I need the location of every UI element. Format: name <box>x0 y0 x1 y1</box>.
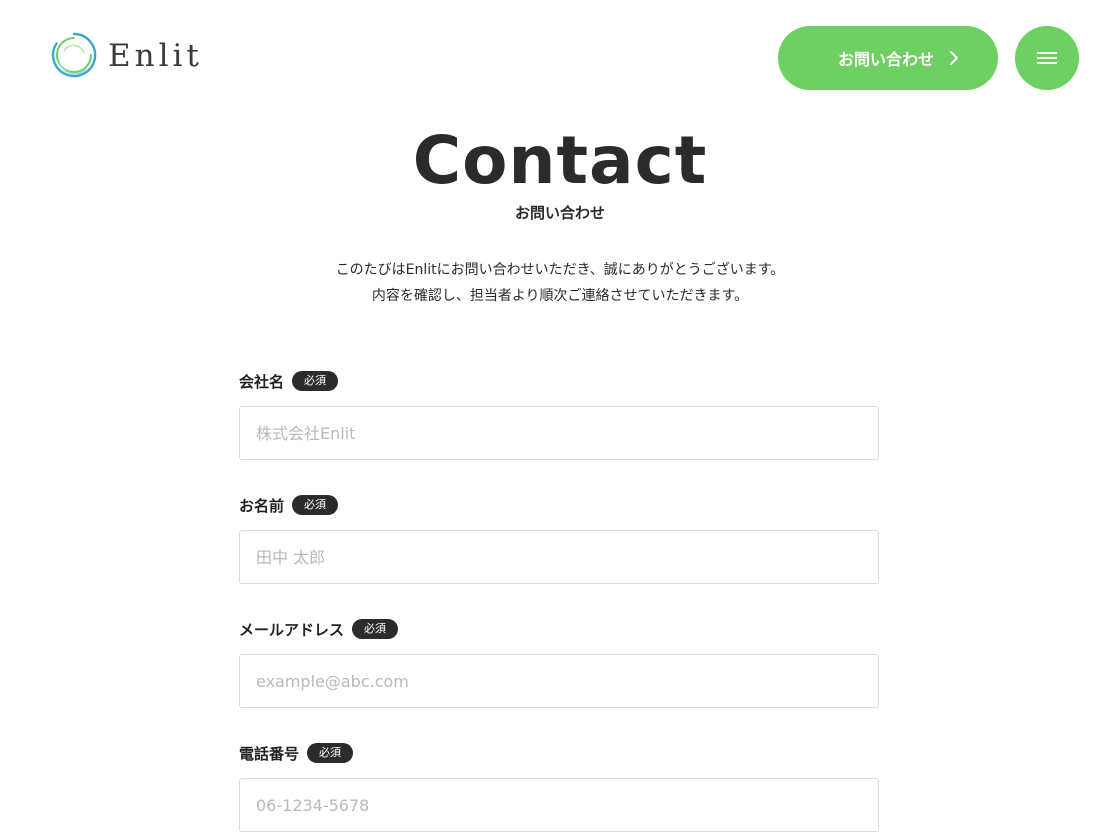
hamburger-menu-icon <box>1037 52 1057 64</box>
required-badge: 必須 <box>292 495 339 515</box>
intro-line-2: 内容を確認し、担当者より順次ご連絡させていただきます。 <box>371 288 749 304</box>
field-name: お名前 必須 <box>239 494 879 584</box>
field-label-row: 会社名 必須 <box>239 370 879 392</box>
email-label: メールアドレス <box>239 620 345 639</box>
name-label: お名前 <box>239 496 285 515</box>
site-header: Enlit お問い合わせ <box>0 0 1120 116</box>
page-title: Contact <box>412 122 708 199</box>
page: Enlit お問い合わせ Contact お問い合わせ このたびはEnlitにお… <box>0 0 1120 840</box>
phone-input[interactable] <box>239 778 879 832</box>
required-badge: 必須 <box>352 619 399 639</box>
name-input[interactable] <box>239 530 879 584</box>
required-badge: 必須 <box>292 371 339 391</box>
site-logo[interactable]: Enlit <box>50 31 203 79</box>
field-email: メールアドレス 必須 <box>239 618 879 708</box>
field-label-row: メールアドレス 必須 <box>239 618 879 640</box>
circle-swirl-logo-icon <box>51 32 97 78</box>
menu-button[interactable] <box>1015 26 1079 90</box>
logo-text: Enlit <box>108 37 203 74</box>
chevron-right-icon <box>950 51 958 65</box>
required-badge: 必須 <box>307 743 354 763</box>
page-subtitle: お問い合わせ <box>514 204 605 222</box>
contact-button[interactable]: お問い合わせ <box>778 26 998 90</box>
intro-text: このたびはEnlitにお問い合わせいただき、誠にありがとうございます。 内容を確… <box>0 257 1120 309</box>
page-hero: Contact お問い合わせ <box>0 124 1120 224</box>
email-input[interactable] <box>239 654 879 708</box>
company-input[interactable] <box>239 406 879 460</box>
intro-line-1: このたびはEnlitにお問い合わせいただき、誠にありがとうございます。 <box>335 262 785 278</box>
contact-button-label: お問い合わせ <box>837 50 934 69</box>
field-company: 会社名 必須 <box>239 370 879 460</box>
field-label-row: お名前 必須 <box>239 494 879 516</box>
phone-label: 電話番号 <box>239 744 300 763</box>
field-label-row: 電話番号 必須 <box>239 742 879 764</box>
contact-form: 会社名 必須 お名前 必須 メールアドレス 必須 電話番号 必須 <box>239 370 879 840</box>
company-label: 会社名 <box>239 372 285 391</box>
field-phone: 電話番号 必須 <box>239 742 879 832</box>
